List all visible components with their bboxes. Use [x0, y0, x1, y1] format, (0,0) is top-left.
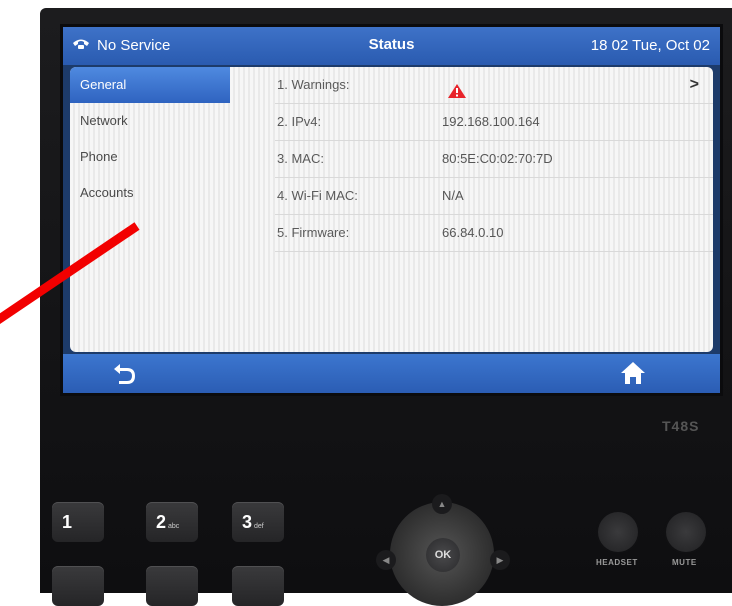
annotation-arrow — [0, 222, 140, 325]
